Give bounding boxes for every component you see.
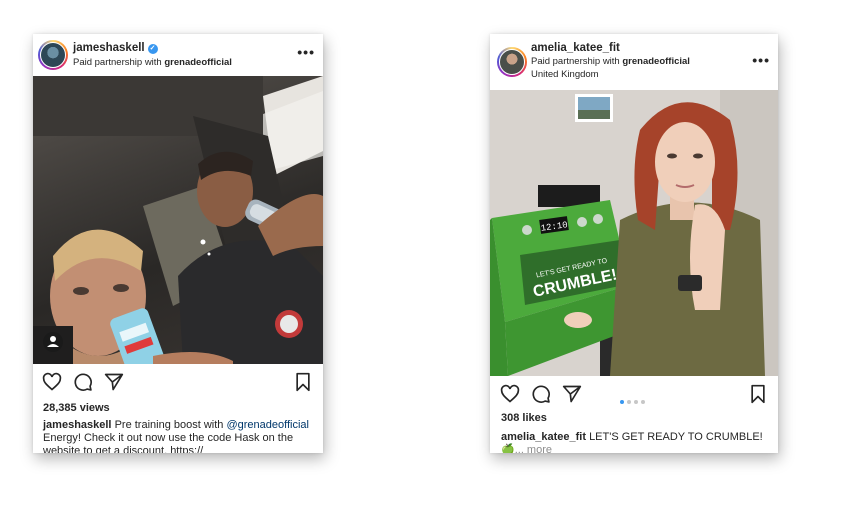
more-link[interactable]: ... more (515, 444, 552, 453)
views-count: 28,385 views (43, 402, 110, 414)
verified-badge-icon: ✓ (147, 44, 158, 54)
share-icon[interactable] (562, 384, 582, 404)
caption-username[interactable]: jameshaskell (43, 419, 112, 431)
mention-link[interactable]: @grenadeofficial (226, 419, 309, 431)
carousel-dot (634, 400, 638, 404)
username-link[interactable]: jameshaskell ✓ (73, 42, 158, 54)
post-caption: jameshaskell Pre training boost with @gr… (43, 419, 309, 453)
caption-username[interactable]: amelia_katee_fit (501, 431, 586, 443)
location-link[interactable]: United Kingdom (531, 69, 599, 80)
avatar[interactable] (38, 40, 68, 70)
carousel-indicator (620, 391, 648, 409)
paid-partnership-label: Paid partnership with grenadeofficial (531, 56, 690, 67)
bookmark-icon[interactable] (293, 372, 313, 392)
post-caption: amelia_katee_fit LET'S GET READY TO CRUM… (501, 431, 768, 453)
more-dots-icon[interactable]: ••• (297, 44, 315, 60)
likes-count[interactable]: 308 likes (501, 412, 547, 424)
share-icon[interactable] (104, 372, 124, 392)
post-photo[interactable]: 12:10 LET'S GET READY TO CRUMBLE! (490, 90, 778, 376)
apple-emoji-icon: 🍏 (501, 444, 515, 453)
carousel-dot (627, 400, 631, 404)
partner-link[interactable]: grenadeofficial (622, 56, 690, 67)
heart-icon[interactable] (42, 372, 62, 392)
instagram-post-jameshaskell: jameshaskell ✓ Paid partnership with gren… (33, 34, 323, 453)
username-link[interactable]: amelia_katee_fit (531, 42, 620, 54)
bookmark-icon[interactable] (748, 384, 768, 404)
carousel-dot (620, 400, 624, 404)
comment-icon[interactable] (73, 372, 93, 392)
post-photo[interactable] (33, 76, 323, 364)
post-header: amelia_katee_fit Paid partnership with g… (490, 34, 778, 90)
heart-icon[interactable] (500, 384, 520, 404)
product-photo-image: 12:10 LET'S GET READY TO CRUMBLE! (490, 90, 778, 376)
post-header: jameshaskell ✓ Paid partnership with gren… (33, 34, 323, 76)
comment-icon[interactable] (531, 384, 551, 404)
paid-partnership-label: Paid partnership with grenadeofficial (73, 57, 232, 68)
avatar[interactable] (497, 47, 527, 77)
car-selfie-image (33, 76, 323, 364)
partner-link[interactable]: grenadeofficial (164, 57, 232, 68)
more-dots-icon[interactable]: ••• (752, 52, 770, 68)
post-actions (33, 368, 323, 396)
instagram-post-amelia: amelia_katee_fit Paid partnership with g… (490, 34, 778, 453)
carousel-dot (641, 400, 645, 404)
